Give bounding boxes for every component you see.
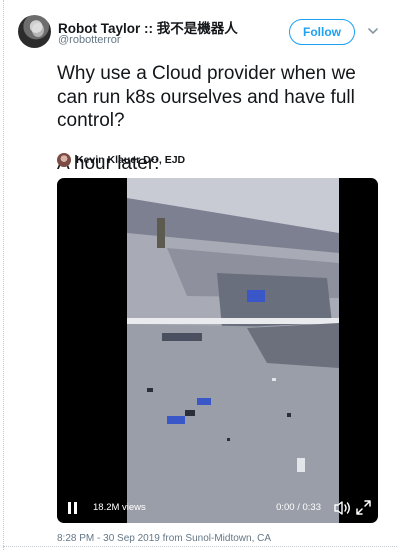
attribution-avatar bbox=[57, 153, 71, 167]
chevron-down-icon[interactable] bbox=[367, 26, 379, 36]
video-player[interactable]: 18.2M views 0:00 / 0:33 bbox=[57, 178, 378, 523]
volume-icon[interactable] bbox=[334, 500, 351, 516]
video-time: 0:00 / 0:33 bbox=[276, 502, 321, 513]
location-link[interactable]: Sunol-Midtown, CA bbox=[185, 533, 271, 544]
view-count: 18.2M views bbox=[93, 502, 146, 513]
video-frame bbox=[127, 178, 339, 523]
tweet-text-line: Why use a Cloud provider when we can run… bbox=[57, 63, 356, 131]
from-label: from bbox=[162, 533, 183, 544]
video-controls: 18.2M views 0:00 / 0:33 bbox=[57, 493, 378, 523]
media-attribution[interactable]: Kevin Klauer DO, EJD bbox=[57, 152, 185, 168]
expand-icon[interactable] bbox=[356, 500, 371, 515]
frame-bottom-border bbox=[3, 546, 397, 547]
play-icon[interactable] bbox=[67, 501, 79, 515]
avatar[interactable] bbox=[18, 15, 51, 48]
follow-button[interactable]: Follow bbox=[289, 19, 355, 45]
attribution-name: Kevin Klauer DO, EJD bbox=[76, 154, 186, 166]
frame-left-border bbox=[3, 0, 4, 550]
timestamp-link[interactable]: 8:28 PM - 30 Sep 2019 bbox=[57, 533, 160, 544]
author-handle[interactable]: @robotterror bbox=[58, 34, 121, 46]
tweet-meta: 8:28 PM - 30 Sep 2019 from Sunol-Midtown… bbox=[57, 533, 271, 544]
